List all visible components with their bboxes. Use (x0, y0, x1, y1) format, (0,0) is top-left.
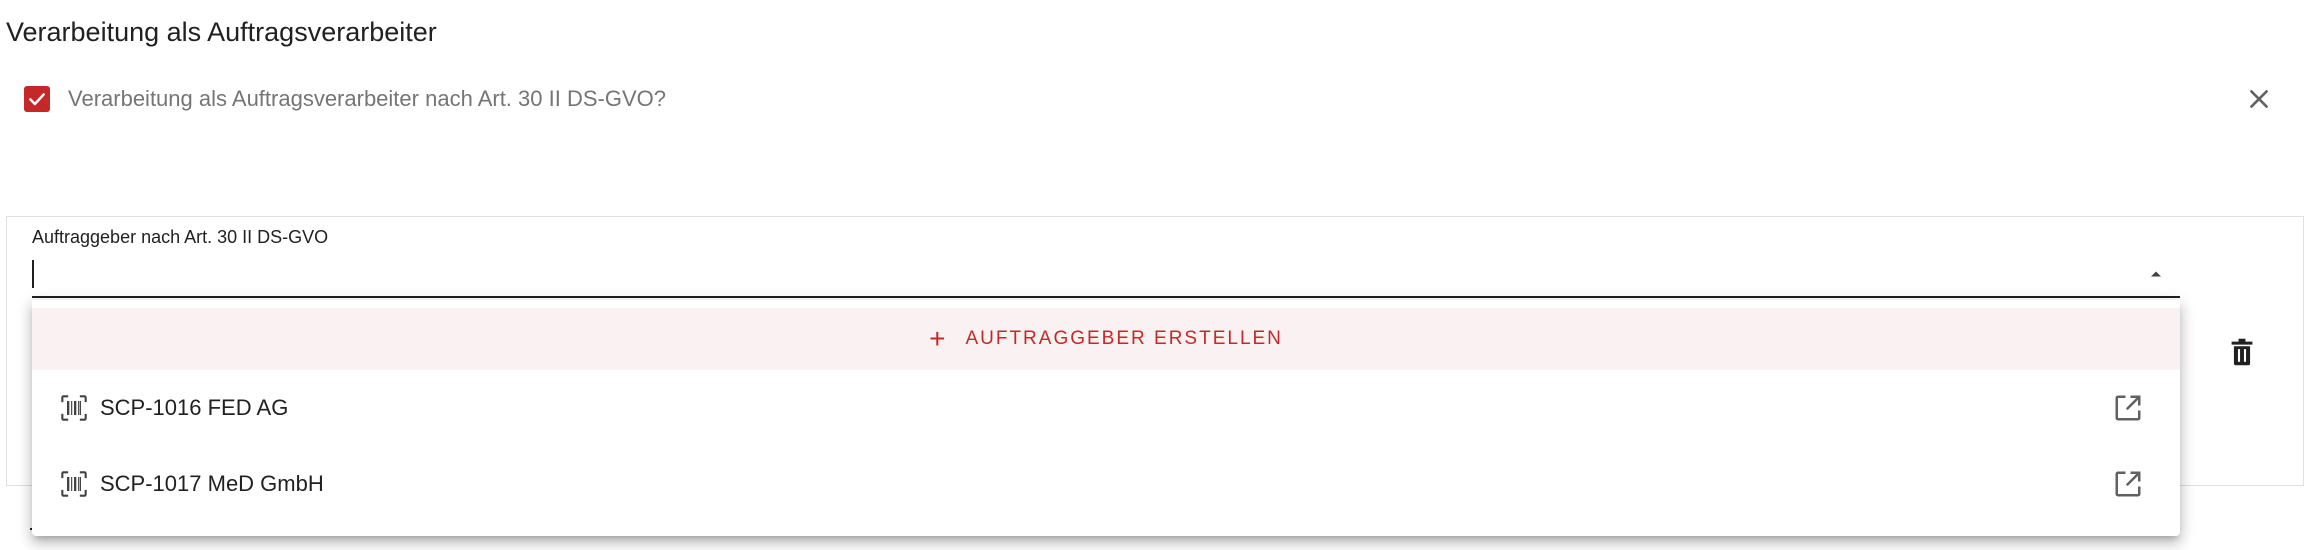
text-cursor (32, 260, 34, 288)
auftragsverarbeiter-checkbox-row: Verarbeitung als Auftragsverarbeiter nac… (24, 80, 666, 118)
check-icon (29, 93, 45, 106)
trash-icon (2231, 338, 2253, 366)
auftragsverarbeiter-checkbox[interactable] (24, 86, 50, 112)
dropdown-option[interactable]: SCP-1016 FED AG (32, 370, 2180, 446)
delete-button[interactable] (2222, 332, 2262, 372)
auftraggeber-field-label: Auftraggeber nach Art. 30 II DS-GVO (32, 227, 329, 247)
close-icon (2250, 90, 2268, 108)
dropdown-toggle[interactable] (2144, 262, 2168, 286)
page: Verarbeitung als Auftragsverarbeiter Ver… (0, 0, 2310, 550)
open-in-new-icon[interactable] (2112, 468, 2144, 500)
plus-icon: + (929, 323, 946, 354)
option-label: SCP-1016 FED AG (100, 395, 289, 420)
section-title: Verarbeitung als Auftragsverarbeiter (6, 17, 437, 47)
checkbox-label: Verarbeitung als Auftragsverarbeiter nac… (68, 86, 666, 111)
option-label: SCP-1017 MeD GmbH (100, 471, 324, 496)
close-button[interactable] (2240, 80, 2278, 118)
auftraggeber-dropdown: + AUFTRAGGEBER ERSTELLEN SCP-1016 FED AG (32, 300, 2180, 536)
create-auftraggeber-button[interactable]: + AUFTRAGGEBER ERSTELLEN (32, 308, 2180, 370)
create-auftraggeber-label: AUFTRAGGEBER ERSTELLEN (965, 328, 1283, 349)
open-in-new-icon[interactable] (2112, 392, 2144, 424)
barcode-scan-icon (60, 470, 88, 498)
barcode-scan-icon (60, 394, 88, 422)
auftraggeber-input[interactable] (32, 252, 2180, 298)
dropdown-option[interactable]: SCP-1017 MeD GmbH (32, 446, 2180, 522)
arrow-up-icon (2151, 271, 2161, 277)
